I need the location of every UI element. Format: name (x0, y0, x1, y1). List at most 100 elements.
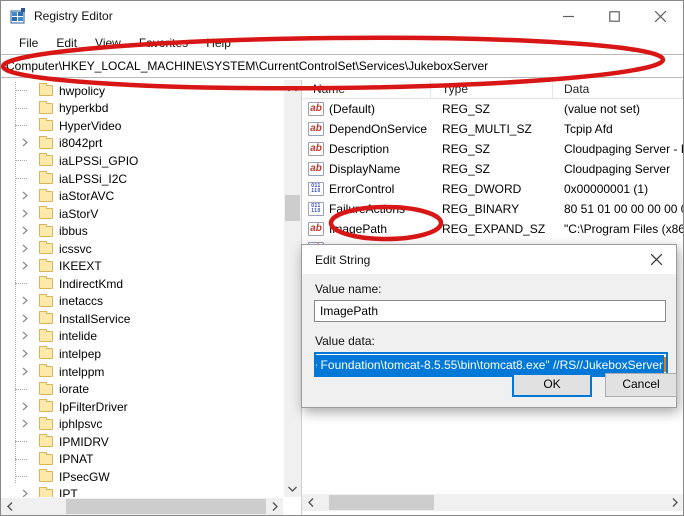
tree-item-iphlpsvc[interactable]: iphlpsvc (1, 415, 283, 433)
chevron-right-icon[interactable] (21, 400, 29, 414)
value-row-ImagePath[interactable]: abImagePathREG_EXPAND_SZ"C:\Program File… (302, 219, 683, 239)
column-header-type[interactable]: Type (431, 80, 553, 98)
value-name-field[interactable]: ImagePath (314, 300, 666, 322)
chevron-right-icon[interactable] (21, 259, 29, 273)
tree-item-label[interactable]: IPNAT (59, 452, 93, 466)
menu-help[interactable]: Help (197, 34, 240, 52)
scroll-thumb[interactable] (329, 495, 434, 510)
value-row-DisplayName[interactable]: abDisplayNameREG_SZCloudpaging Server (302, 159, 683, 179)
menu-edit[interactable]: Edit (47, 34, 86, 52)
tree-item-iaStorV[interactable]: iaStorV (1, 205, 283, 223)
scroll-left-icon[interactable] (302, 494, 319, 511)
tree-item-iaStorAVC[interactable]: iaStorAVC (1, 187, 283, 205)
ok-button[interactable]: OK (512, 373, 592, 397)
tree-item-label[interactable]: IKEEXT (59, 259, 102, 273)
tree-item-label[interactable]: iorate (59, 382, 89, 396)
scroll-left-icon[interactable] (1, 498, 18, 515)
folder-icon (39, 191, 53, 202)
tree-item-IpFilterDriver[interactable]: IpFilterDriver (1, 398, 283, 416)
tree-item-label[interactable]: iphlpsvc (59, 417, 102, 431)
tree-item-label[interactable]: ibbus (59, 224, 88, 238)
chevron-right-icon[interactable] (21, 207, 29, 221)
tree-item-label[interactable]: IPT (59, 487, 78, 497)
scroll-right-icon[interactable] (266, 498, 283, 515)
tree-item-HyperVideo[interactable]: HyperVideo (1, 117, 283, 135)
tree-item-IPsecGW[interactable]: IPsecGW (1, 468, 283, 486)
tree-item-IPT[interactable]: IPT (1, 486, 283, 497)
tree-item-label[interactable]: iaLPSSi_GPIO (59, 154, 138, 168)
tree-item-label[interactable]: iaStorV (59, 207, 98, 221)
cancel-button[interactable]: Cancel (605, 373, 677, 397)
value-row-DependOnService[interactable]: abDependOnServiceREG_MULTI_SZTcpip Afd (302, 119, 683, 139)
tree-item-intelide[interactable]: intelide (1, 328, 283, 346)
chevron-right-icon[interactable] (21, 312, 29, 326)
tree-item-IKEEXT[interactable]: IKEEXT (1, 257, 283, 275)
value-row-Default[interactable]: ab(Default)REG_SZ(value not set) (302, 99, 683, 119)
tree-item-label[interactable]: iaStorAVC (59, 189, 114, 203)
tree-item-intelpep[interactable]: intelpep (1, 345, 283, 363)
chevron-right-icon[interactable] (21, 294, 29, 308)
scroll-thumb[interactable] (66, 499, 266, 514)
tree-item-icssvc[interactable]: icssvc (1, 240, 283, 258)
tree-item-iorate[interactable]: iorate (1, 380, 283, 398)
maximize-button[interactable] (591, 1, 637, 31)
tree-item-inetaccs[interactable]: inetaccs (1, 293, 283, 311)
tree-item-ibbus[interactable]: ibbus (1, 222, 283, 240)
tree-horizontal-scrollbar[interactable] (1, 498, 283, 515)
tree-item-iaLPSSi_GPIO[interactable]: iaLPSSi_GPIO (1, 152, 283, 170)
chevron-right-icon[interactable] (21, 347, 29, 361)
tree-item-label[interactable]: HyperVideo (59, 119, 121, 133)
tree-item-label[interactable]: intelide (59, 329, 97, 343)
chevron-right-icon[interactable] (21, 189, 29, 203)
tree-item-IPNAT[interactable]: IPNAT (1, 450, 283, 468)
value-row-ErrorControl[interactable]: 011110ErrorControlREG_DWORD0x00000001 (1… (302, 179, 683, 199)
column-header-data[interactable]: Data (553, 80, 683, 98)
tree-item-label[interactable]: InstallService (59, 312, 130, 326)
tree-item-label[interactable]: hwpolicy (59, 84, 105, 98)
tree-item-label[interactable]: hyperkbd (59, 101, 108, 115)
chevron-right-icon[interactable] (21, 224, 29, 238)
tree-item-label[interactable]: IPMIDRV (59, 435, 109, 449)
tree-item-IndirectKmd[interactable]: IndirectKmd (1, 275, 283, 293)
chevron-right-icon[interactable] (21, 487, 29, 497)
scroll-thumb[interactable] (285, 195, 300, 221)
tree-item-label[interactable]: icssvc (59, 242, 92, 256)
menu-file[interactable]: File (10, 34, 47, 52)
column-header-name[interactable]: Name (302, 80, 431, 98)
chevron-right-icon[interactable] (21, 242, 29, 256)
scroll-up-icon[interactable] (284, 80, 301, 97)
tree-item-intelppm[interactable]: intelppm (1, 363, 283, 381)
tree-item-InstallService[interactable]: InstallService (1, 310, 283, 328)
scroll-down-icon[interactable] (284, 480, 301, 497)
tree-item-label[interactable]: IPsecGW (59, 470, 110, 484)
tree-vertical-scrollbar[interactable] (284, 80, 301, 497)
tree-item-hwpolicy[interactable]: hwpolicy (1, 82, 283, 100)
menu-favorites[interactable]: Favorites (130, 34, 197, 52)
close-button[interactable] (637, 1, 683, 31)
tree-item-label[interactable]: IndirectKmd (59, 277, 123, 291)
scroll-right-icon[interactable] (666, 494, 683, 511)
address-bar[interactable]: Computer\HKEY_LOCAL_MACHINE\SYSTEM\Curre… (1, 54, 683, 78)
folder-icon (39, 261, 53, 272)
dialog-close-icon[interactable] (636, 245, 676, 274)
value-row-FailureActions[interactable]: 011110FailureActionsREG_BINARY80 51 01 0… (302, 199, 683, 219)
menu-view[interactable]: View (86, 34, 130, 52)
chevron-right-icon[interactable] (21, 365, 29, 379)
tree-item-label[interactable]: intelppm (59, 365, 104, 379)
tree-item-label[interactable]: intelpep (59, 347, 101, 361)
minimize-button[interactable] (545, 1, 591, 31)
reg-sz-icon: ab (308, 102, 324, 116)
tree-item-i8042prt[interactable]: i8042prt (1, 135, 283, 153)
tree-item-hyperkbd[interactable]: hyperkbd (1, 100, 283, 118)
tree-item-iaLPSSi_I2C[interactable]: iaLPSSi_I2C (1, 170, 283, 188)
chevron-right-icon[interactable] (21, 417, 29, 431)
tree-item-IPMIDRV[interactable]: IPMIDRV (1, 433, 283, 451)
chevron-right-icon[interactable] (21, 329, 29, 343)
chevron-right-icon[interactable] (21, 136, 29, 150)
value-row-Description[interactable]: abDescriptionREG_SZCloudpaging Server - … (302, 139, 683, 159)
tree-item-label[interactable]: i8042prt (59, 136, 102, 150)
list-horizontal-scrollbar[interactable] (302, 494, 683, 511)
tree-item-label[interactable]: inetaccs (59, 294, 103, 308)
tree-item-label[interactable]: iaLPSSi_I2C (59, 172, 127, 186)
tree-item-label[interactable]: IpFilterDriver (59, 400, 128, 414)
